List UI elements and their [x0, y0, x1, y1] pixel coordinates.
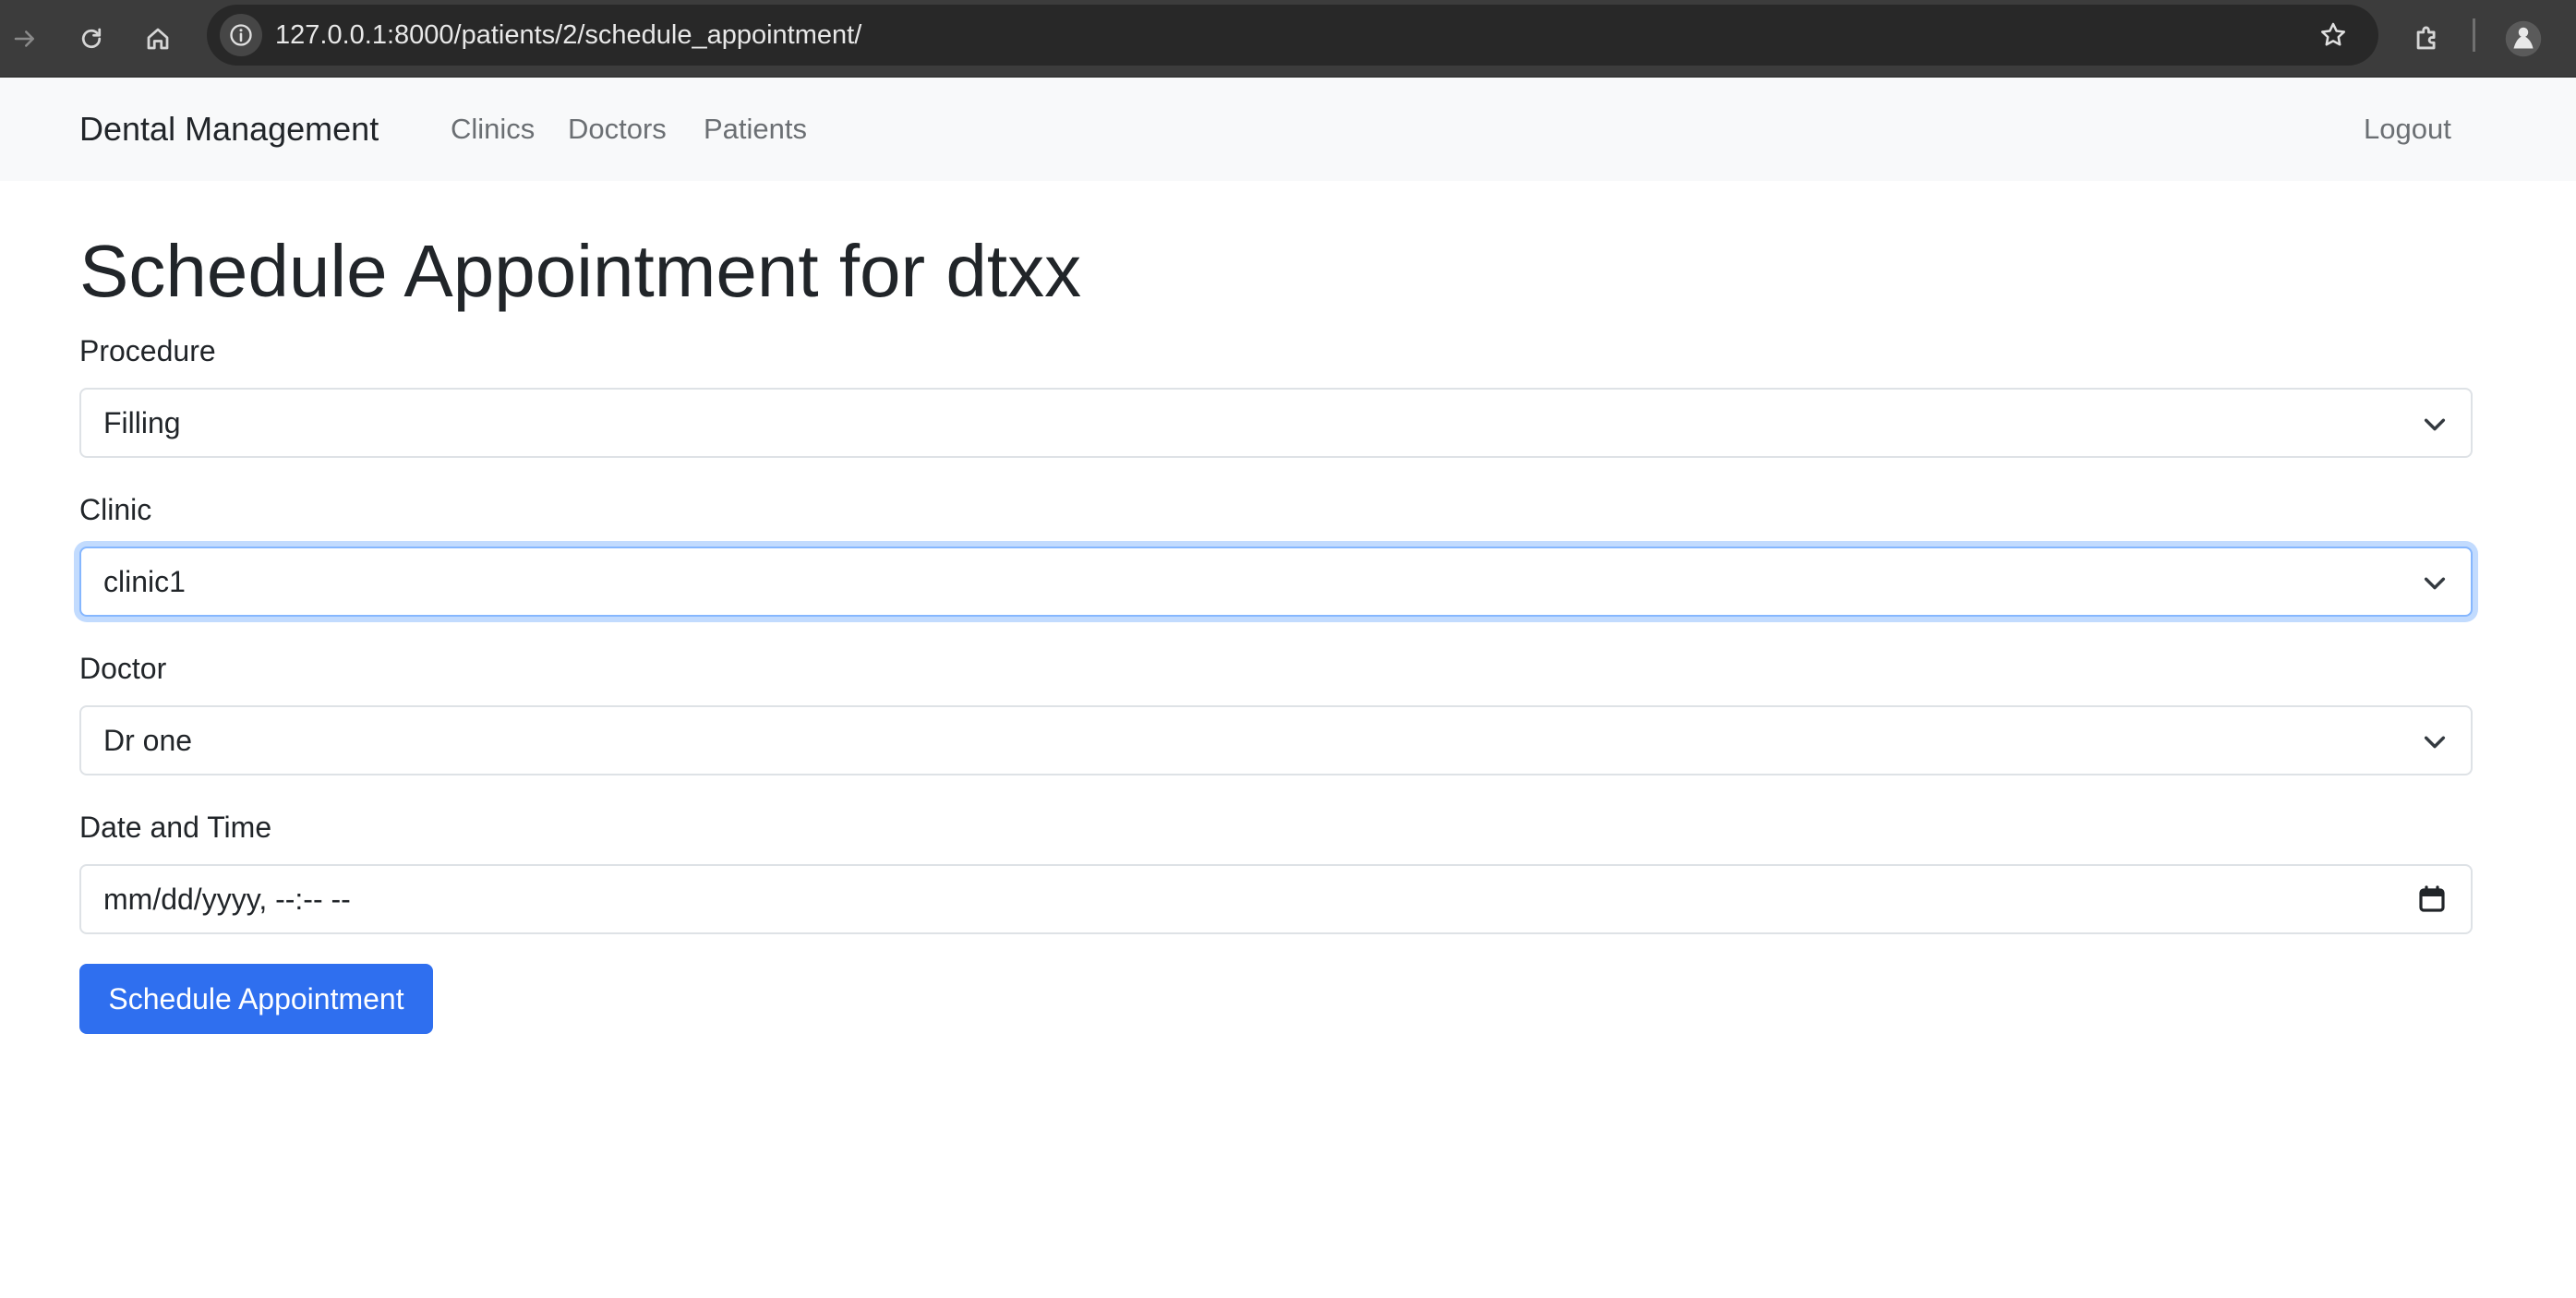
address-bar[interactable]: 127.0.0.1:8000/patients/2/schedule_appoi… — [207, 5, 2378, 66]
nav-link-clinics[interactable]: Clinics — [451, 78, 535, 181]
procedure-selected-value: Filling — [103, 406, 181, 439]
datetime-input[interactable]: mm/dd/yyyy, --:-- -- — [79, 864, 2473, 934]
nav-link-doctors[interactable]: Doctors — [568, 78, 667, 181]
chevron-down-icon — [2424, 418, 2446, 431]
reload-icon[interactable] — [68, 16, 114, 62]
extensions-icon[interactable] — [2404, 16, 2450, 62]
chevron-down-icon — [2424, 736, 2446, 749]
doctor-select[interactable]: Dr one — [79, 705, 2473, 775]
chevron-down-icon — [2424, 577, 2446, 590]
forward-icon[interactable] — [2, 16, 48, 62]
brand-link[interactable]: Dental Management — [79, 78, 379, 181]
datetime-placeholder: mm/dd/yyyy, --:-- -- — [103, 883, 351, 916]
bookmark-star-icon[interactable] — [2312, 14, 2354, 56]
app-navbar: Dental Management Clinics Doctors Patien… — [0, 78, 2576, 181]
clinic-select[interactable]: clinic1 — [79, 547, 2473, 617]
url-text: 127.0.0.1:8000/patients/2/schedule_appoi… — [275, 20, 862, 50]
procedure-select[interactable]: Filling — [79, 388, 2473, 458]
clinic-selected-value: clinic1 — [103, 565, 186, 598]
datetime-label: Date and Time — [79, 811, 272, 844]
calendar-icon[interactable] — [2417, 884, 2447, 914]
logout-link[interactable]: Logout — [2364, 78, 2451, 181]
page-title: Schedule Appointment for dtxx — [79, 230, 1082, 312]
home-icon[interactable] — [135, 16, 181, 62]
doctor-label: Doctor — [79, 652, 167, 685]
nav-link-patients[interactable]: Patients — [704, 78, 807, 181]
clinic-label: Clinic — [79, 493, 152, 526]
site-info-icon[interactable] — [220, 14, 262, 56]
toolbar-divider — [2473, 18, 2475, 52]
profile-avatar-icon[interactable] — [2500, 16, 2546, 62]
browser-toolbar: 127.0.0.1:8000/patients/2/schedule_appoi… — [0, 0, 2576, 78]
doctor-selected-value: Dr one — [103, 724, 193, 757]
procedure-label: Procedure — [79, 334, 216, 367]
schedule-appointment-button[interactable]: Schedule Appointment — [79, 964, 433, 1034]
